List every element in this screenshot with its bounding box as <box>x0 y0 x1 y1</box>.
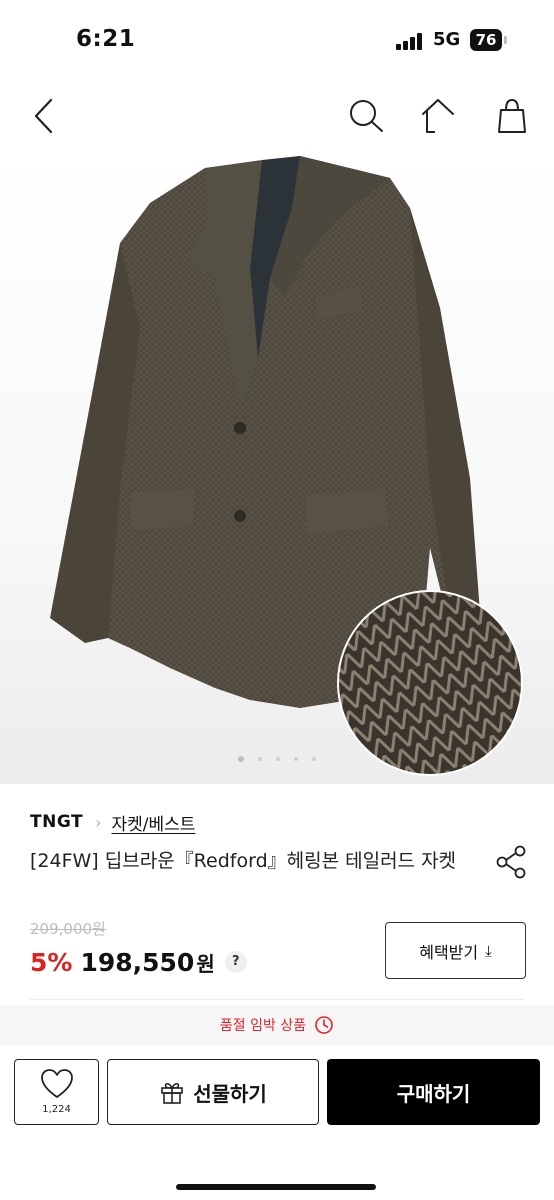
share-button[interactable] <box>492 842 532 882</box>
image-pager <box>0 756 554 766</box>
cart-button[interactable] <box>490 94 534 138</box>
bottom-action-bar: 1,224 선물하기 구매하기 <box>0 1045 554 1135</box>
status-bar: 6:21 5G 76 <box>0 0 554 84</box>
sold-out-notice: 품절 임박 상품 <box>0 1005 554 1045</box>
like-count: 1,224 <box>42 1104 71 1115</box>
pager-dot <box>294 757 298 761</box>
shopping-bag-icon <box>498 98 526 133</box>
price-row: 5% 198,550 원 ? <box>30 944 247 980</box>
divider <box>30 999 524 1000</box>
back-button[interactable] <box>22 94 66 138</box>
gift-label: 선물하기 <box>193 1081 267 1106</box>
coupon-button[interactable]: 혜택받기 ⤓ <box>385 922 526 979</box>
home-button[interactable] <box>416 94 460 138</box>
network-type: 5G <box>433 29 461 50</box>
breadcrumb: TNGT › 자켓/베스트 <box>30 810 195 835</box>
battery-icon: 76 <box>470 29 502 51</box>
signal-icon <box>396 32 426 50</box>
pager-dot-active <box>238 756 244 762</box>
sold-out-text: 품절 임박 상품 <box>219 1018 307 1034</box>
clock-icon <box>315 1016 333 1034</box>
sale-price-unit: 원 <box>196 951 215 976</box>
like-button[interactable]: 1,224 <box>14 1059 99 1125</box>
pager-dot <box>258 757 262 761</box>
category-link[interactable]: 자켓/베스트 <box>111 810 195 835</box>
heart-icon <box>41 1069 73 1098</box>
product-title: [24FW] 딥브라운『Redford』헤링본 테일러드 자켓 <box>30 850 457 872</box>
chevron-left-icon <box>34 98 53 134</box>
original-price: 209,000원 <box>30 920 106 938</box>
product-image[interactable] <box>0 148 554 784</box>
gift-icon <box>161 1083 183 1104</box>
chevron-right-icon: › <box>95 812 102 832</box>
status-time: 6:21 <box>76 26 136 52</box>
discount-rate: 5% <box>30 947 73 977</box>
jacket-image <box>50 156 523 776</box>
gift-button[interactable]: 선물하기 <box>107 1059 319 1125</box>
top-navigation <box>0 84 554 148</box>
share-icon <box>496 845 526 879</box>
brand-link[interactable]: TNGT <box>30 812 83 832</box>
download-icon: ⤓ <box>485 941 492 960</box>
home-icon <box>422 99 454 133</box>
pager-dot <box>312 757 316 761</box>
home-indicator <box>176 1184 376 1190</box>
search-icon <box>350 100 383 132</box>
sale-price: 198,550 <box>80 947 195 977</box>
coupon-label: 혜택받기 <box>419 942 479 962</box>
price-help-icon[interactable]: ? <box>224 951 247 973</box>
battery-tip <box>504 36 507 44</box>
pager-dot <box>276 757 280 761</box>
search-button[interactable] <box>344 94 388 138</box>
buy-button[interactable]: 구매하기 <box>327 1059 540 1125</box>
